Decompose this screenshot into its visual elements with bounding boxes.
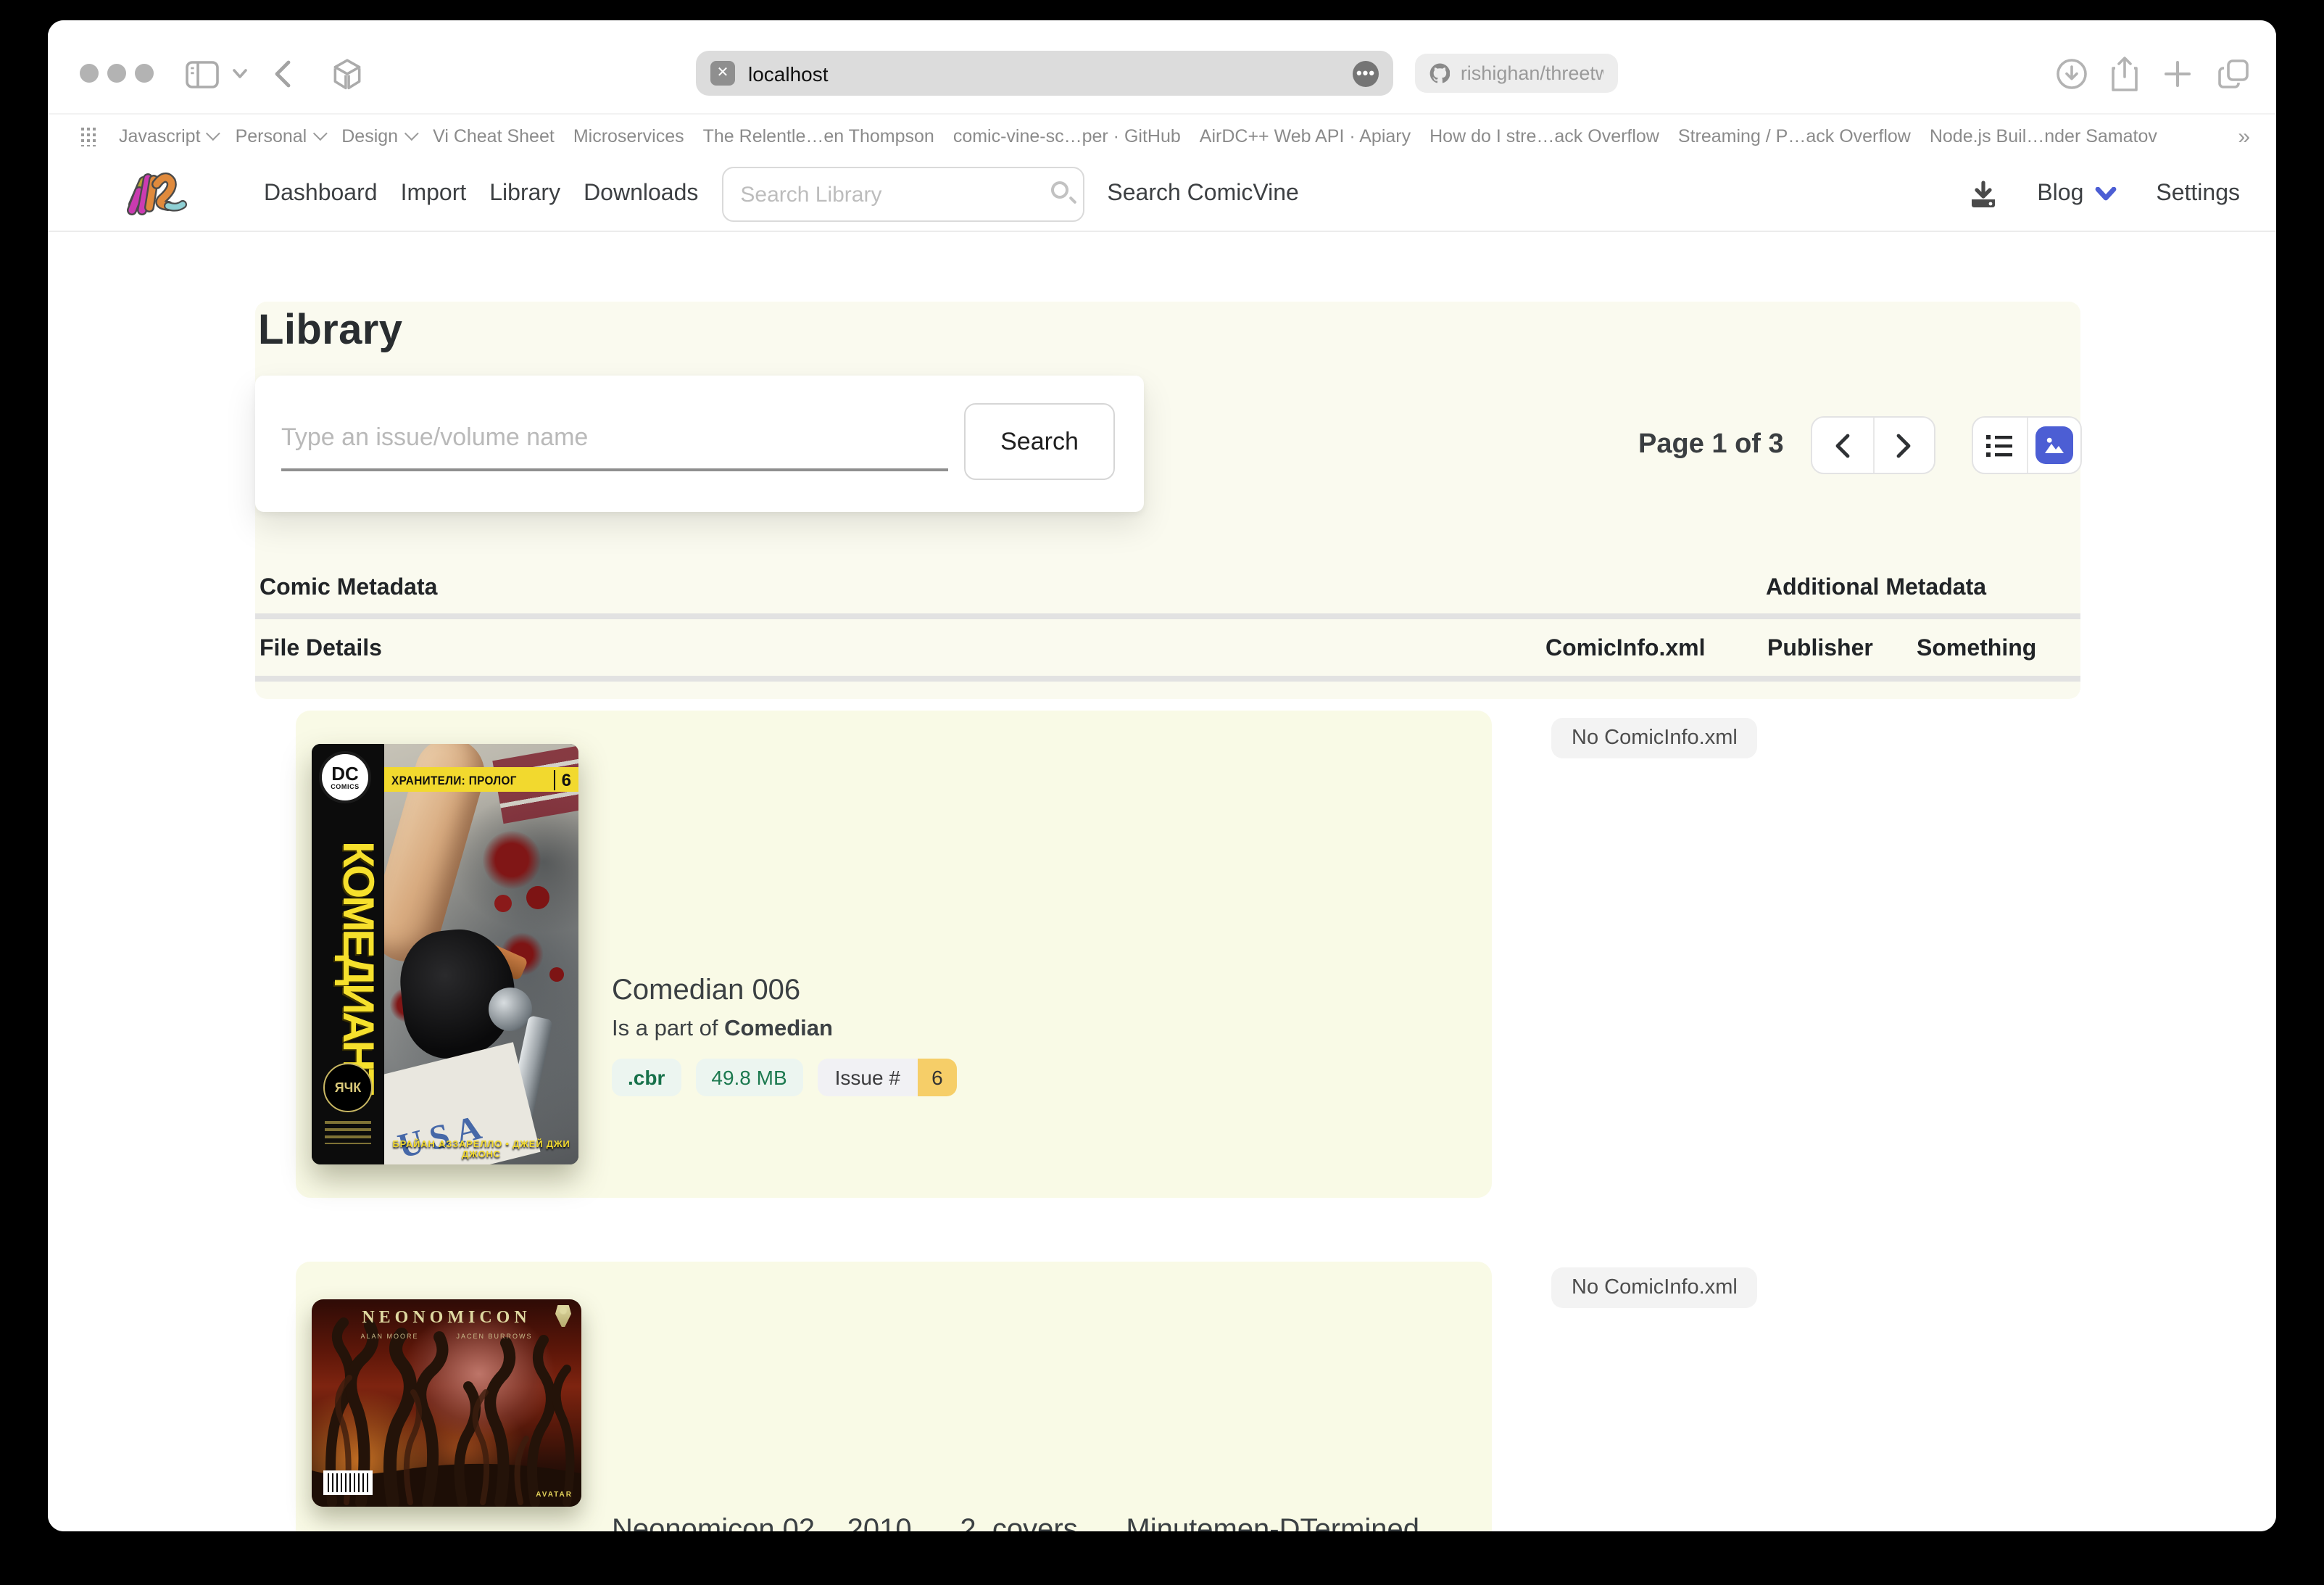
comic-cover-comedian[interactable]: USA БРАЙАН АЗЗАРЕЛЛО • ДЖЕЙ ДЖИ ДЖОНС DC… bbox=[312, 744, 578, 1164]
address-bar[interactable]: ✕ localhost ••• bbox=[696, 51, 1393, 96]
bookmarks-bar: Javascript Personal Design Vi Cheat Shee… bbox=[48, 113, 2276, 157]
library-quick-search bbox=[721, 167, 1084, 222]
search-button[interactable]: Search bbox=[964, 403, 1115, 480]
dc-comics-logo: DC COMICS bbox=[319, 751, 371, 803]
list-view-button[interactable] bbox=[1973, 418, 2026, 473]
page-indicator: Page 1 of 3 bbox=[1638, 429, 1784, 461]
group-header-comic-metadata: Comic Metadata bbox=[260, 576, 437, 602]
column-publisher: Publisher bbox=[1767, 637, 1873, 663]
library-page: Library Search Page 1 of 3 bbox=[48, 232, 2276, 1531]
share-icon[interactable] bbox=[2109, 55, 2140, 93]
chevron-right-icon bbox=[1897, 433, 1912, 458]
extension-cube-icon[interactable] bbox=[329, 57, 365, 93]
header-divider bbox=[255, 613, 2080, 619]
comic-cover-neonomicon[interactable]: NEONOMICON ALAN MOORE JACEN BURROWS AVAT… bbox=[312, 1299, 581, 1507]
chevron-left-icon bbox=[1835, 433, 1850, 458]
bookmark-item[interactable]: Personal bbox=[236, 125, 323, 146]
list-view-icon bbox=[1985, 433, 2014, 458]
tab-github-label: rishighan/threetw… bbox=[1461, 62, 1603, 84]
new-tab-icon[interactable] bbox=[2163, 59, 2192, 88]
desktop: ✕ localhost ••• rishighan/threetw… bbox=[0, 0, 2324, 1585]
app-logo[interactable] bbox=[125, 167, 188, 222]
group-header-additional-metadata: Additional Metadata bbox=[1766, 576, 1986, 602]
cover-spine: DC COMICS КОМЕДИАНТ ЯЧК bbox=[312, 744, 384, 1164]
bookmark-item[interactable]: Javascript bbox=[119, 125, 217, 146]
chevron-down-icon bbox=[312, 126, 327, 141]
nav-link-downloads[interactable]: Downloads bbox=[584, 181, 698, 207]
bookmark-item[interactable]: Vi Cheat Sheet bbox=[433, 125, 555, 146]
downloads-icon[interactable] bbox=[2056, 58, 2088, 90]
avatar-press-logo: AVATAR bbox=[536, 1491, 573, 1499]
barcode bbox=[323, 1470, 373, 1495]
header-divider bbox=[255, 676, 2080, 682]
cover-art: USA БРАЙАН АЗЗАРЕЛЛО • ДЖЕЙ ДЖИ ДЖОНС bbox=[384, 744, 578, 1164]
bookmark-item[interactable]: Microservices bbox=[573, 125, 684, 146]
next-page-button[interactable] bbox=[1872, 418, 1934, 473]
nav-link-search-comicvine[interactable]: Search ComicVine bbox=[1107, 181, 1298, 207]
close-window-button[interactable] bbox=[80, 64, 99, 83]
browser-toolbar: ✕ localhost ••• rishighan/threetw… bbox=[48, 20, 2276, 113]
back-icon[interactable] bbox=[274, 59, 291, 88]
file-extension-badge: .cbr bbox=[612, 1059, 681, 1096]
issue-number-badge: Issue # 6 bbox=[818, 1059, 957, 1096]
nav-link-settings[interactable]: Settings bbox=[2156, 181, 2240, 207]
column-file-details: File Details bbox=[260, 637, 382, 663]
column-comicinfo: ComicInfo.xml bbox=[1545, 637, 1705, 663]
issue-title[interactable]: Neonomicon 02__2010___2_covers___Minutem… bbox=[612, 1514, 1435, 1531]
view-toggle bbox=[1972, 416, 2082, 474]
file-size-badge: 49.8 MB bbox=[695, 1059, 802, 1096]
bookmark-item[interactable]: How do I stre…ack Overflow bbox=[1429, 125, 1659, 146]
bookmark-item[interactable]: AirDC++ Web API · Apiary bbox=[1200, 125, 1411, 146]
gallery-view-button[interactable] bbox=[2026, 418, 2080, 473]
nav-link-import[interactable]: Import bbox=[401, 181, 467, 207]
comicinfo-status-badge: No ComicInfo.xml bbox=[1551, 718, 1758, 758]
sidebar-chevron-icon[interactable] bbox=[232, 68, 248, 80]
tab-overview-icon[interactable] bbox=[2217, 57, 2252, 91]
tab-github[interactable]: rishighan/threetw… bbox=[1415, 54, 1618, 93]
library-quick-search-input[interactable] bbox=[740, 168, 1036, 220]
bookmark-item[interactable]: Design bbox=[341, 125, 414, 146]
blog-chevron-down-icon bbox=[2095, 187, 2117, 202]
prev-page-button[interactable] bbox=[1812, 418, 1872, 473]
browser-window: ✕ localhost ••• rishighan/threetw… bbox=[48, 20, 2276, 1531]
issue-volume-search-input[interactable] bbox=[281, 407, 948, 471]
volume-name: Comedian bbox=[724, 1017, 833, 1041]
nav-link-blog[interactable]: Blog bbox=[2037, 181, 2117, 207]
chevron-down-icon bbox=[404, 126, 418, 141]
nav-link-library[interactable]: Library bbox=[489, 181, 560, 207]
chevron-down-icon bbox=[206, 126, 220, 141]
file-badges: .cbr 49.8 MB Issue # 6 bbox=[612, 1059, 957, 1096]
bookmark-item[interactable]: Node.js Buil…nder Samatov bbox=[1930, 125, 2157, 146]
bookmark-item[interactable]: comic-vine-sc…per · GitHub bbox=[953, 125, 1181, 146]
app-navbar: Dashboard Import Library Downloads Searc… bbox=[48, 157, 2276, 232]
search-icon bbox=[1050, 181, 1068, 199]
bookmark-item[interactable]: Streaming / P…ack Overflow bbox=[1678, 125, 1911, 146]
page-title: Library bbox=[258, 307, 402, 355]
cover-banner: ХРАНИТЕЛИ: ПРОЛОГ 6 bbox=[384, 767, 578, 792]
gallery-view-active-tile bbox=[2035, 426, 2073, 464]
bookmarks-grid-icon[interactable] bbox=[80, 125, 100, 146]
github-icon bbox=[1429, 61, 1451, 86]
bookmarks-overflow-chevron[interactable]: » bbox=[2226, 115, 2250, 157]
issue-volume-line: Is a part of Comedian bbox=[612, 1017, 833, 1043]
nav-link-dashboard[interactable]: Dashboard bbox=[264, 181, 378, 207]
address-more-icon[interactable]: ••• bbox=[1353, 60, 1379, 86]
sidebar-toggle-icon[interactable] bbox=[186, 61, 219, 88]
pagination-controls bbox=[1811, 416, 1935, 474]
download-queue-icon[interactable] bbox=[1969, 180, 1998, 209]
site-favicon: ✕ bbox=[710, 61, 735, 86]
minimize-window-button[interactable] bbox=[107, 64, 126, 83]
issue-title[interactable]: Comedian 006 bbox=[612, 974, 800, 1008]
library-search-card: Search bbox=[255, 376, 1144, 512]
gallery-view-icon bbox=[2043, 434, 2066, 457]
url-text: localhost bbox=[748, 62, 829, 85]
comicinfo-status-badge: No ComicInfo.xml bbox=[1551, 1267, 1758, 1308]
zoom-window-button[interactable] bbox=[135, 64, 154, 83]
column-something: Something bbox=[1917, 637, 2036, 663]
bookmark-item[interactable]: The Relentle…en Thompson bbox=[703, 125, 934, 146]
